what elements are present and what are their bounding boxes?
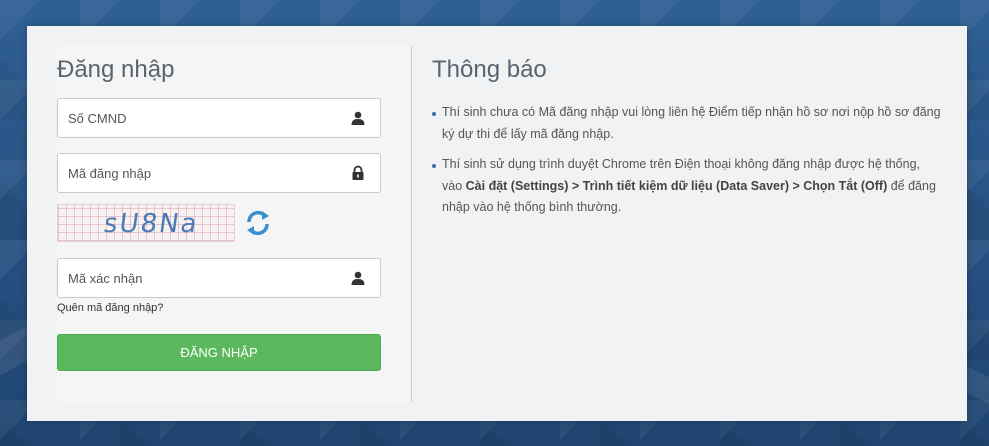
forgot-code-link[interactable]: Quên mã đăng nhập? xyxy=(57,302,163,314)
notice-list: Thí sinh chưa có Mã đăng nhập vui lòng l… xyxy=(432,102,942,228)
user-icon xyxy=(351,271,365,285)
login-code-field xyxy=(57,153,381,193)
id-number-input[interactable] xyxy=(58,99,328,137)
lock-icon xyxy=(352,165,364,180)
panel-divider xyxy=(411,46,412,402)
settings-path: Cài đặt (Settings) > Trình tiết kiệm dữ … xyxy=(465,178,888,193)
refresh-captcha-icon[interactable] xyxy=(243,208,273,238)
login-panel: Đăng nhập sU8Na xyxy=(57,46,409,402)
login-code-input[interactable] xyxy=(58,154,328,192)
captcha-input[interactable] xyxy=(58,259,328,297)
user-icon xyxy=(351,111,365,125)
notice-item-text: Thí sinh chưa có Mã đăng nhập vui lòng l… xyxy=(442,105,941,141)
notice-title: Thông báo xyxy=(432,56,547,83)
id-number-field xyxy=(57,98,381,138)
captcha-field xyxy=(57,258,381,298)
notice-item: Thí sinh chưa có Mã đăng nhập vui lòng l… xyxy=(432,102,942,145)
login-card: Đăng nhập sU8Na xyxy=(27,26,967,421)
captcha-text: sU8Na xyxy=(101,209,201,239)
login-button[interactable]: ĐĂNG NHẬP xyxy=(57,334,381,371)
login-title: Đăng nhập xyxy=(57,56,175,83)
captcha-image: sU8Na xyxy=(57,204,235,242)
notice-item: Thí sinh sử dụng trình duyệt Chrome trên… xyxy=(432,154,942,219)
